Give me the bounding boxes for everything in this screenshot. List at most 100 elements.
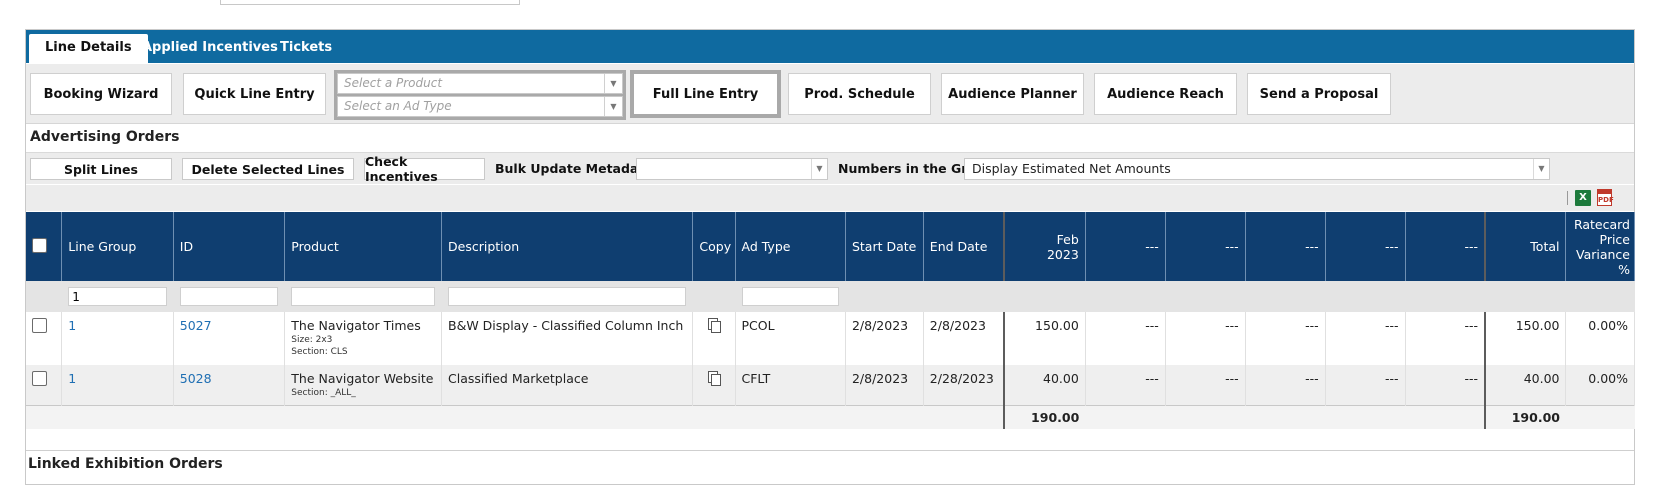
variance-label-line1: Ratecard [1573,216,1630,232]
filter-cell [173,281,286,312]
quick-line-entry-button[interactable]: Quick Line Entry [183,73,326,115]
totals-row: 190.00 190.00 [26,404,1635,429]
export-bar: X PDF [26,185,1634,211]
filter-cell [1085,281,1166,312]
excel-export-icon[interactable]: X [1575,190,1591,206]
col-product[interactable]: Product [284,212,442,281]
filter-cell [1245,281,1326,312]
bulk-update-select[interactable]: ▼ [636,158,828,180]
top-text-field[interactable] [220,0,520,5]
prod-schedule-button[interactable]: Prod. Schedule [788,73,931,115]
col-feb-2023[interactable]: Feb 2023 [1003,212,1086,281]
delete-selected-lines-button[interactable]: Delete Selected Lines [182,158,354,180]
product-filter-input[interactable] [291,287,435,306]
copy-icon[interactable] [707,318,721,333]
chevron-down-icon[interactable]: ▼ [604,74,622,93]
ad-type-filter-input[interactable] [741,287,839,306]
feb-amount-cell[interactable]: 40.00 [1003,365,1086,405]
copy-cell [692,312,736,365]
split-lines-button[interactable]: Split Lines [30,158,172,180]
variance-label-line4: % [1618,261,1630,277]
description-cell: Classified Marketplace [441,365,694,405]
product-size: Size: 2x3 [291,335,333,345]
filter-cell [735,281,846,312]
filter-cell [284,281,442,312]
filter-cell [1405,281,1486,312]
totals-spacer [1565,404,1635,429]
row-checkbox[interactable] [32,318,47,333]
numbers-in-grid-value: Display Estimated Net Amounts [972,161,1171,176]
end-date-cell: 2/8/2023 [923,312,1005,365]
month-empty-cell: --- [1085,312,1166,365]
ad-type-select[interactable]: Select an Ad Type ▼ [337,96,623,117]
filter-cell [61,281,174,312]
table-row[interactable]: 1 5027 The Navigator Times Size: 2x3 Sec… [26,312,1635,365]
col-year-label: 2023 [1046,246,1079,262]
product-name: The Navigator Website [291,371,434,386]
filter-cell [1004,281,1086,312]
col-id[interactable]: ID [173,212,286,281]
booking-wizard-button[interactable]: Booking Wizard [30,73,172,115]
col-start-date[interactable]: Start Date [845,212,924,281]
line-group-filter-input[interactable] [68,287,167,306]
tab-tickets[interactable]: Tickets [264,34,348,63]
filter-cell [1165,281,1246,312]
check-incentives-button[interactable]: Check Incentives [364,154,485,184]
col-ratecard-variance[interactable]: Ratecard Price Variance% [1565,212,1635,281]
chevron-down-icon[interactable]: ▼ [604,97,622,116]
audience-planner-button[interactable]: Audience Planner [941,73,1084,115]
audience-reach-button[interactable]: Audience Reach [1094,73,1237,115]
line-group-link[interactable]: 1 [68,371,76,386]
col-line-group[interactable]: Line Group [61,212,174,281]
variance-label-line2: Price [1599,231,1631,247]
chevron-down-icon[interactable]: ▼ [1533,159,1549,179]
advertising-orders-grid: Line Group ID Product Description Copy A… [26,212,1635,429]
filter-cell [26,281,63,312]
feb-amount-cell[interactable]: 150.00 [1003,312,1086,365]
totals-spacer [26,404,1005,429]
month-empty-cell: --- [1245,312,1326,365]
filter-row [26,281,1635,312]
id-filter-input[interactable] [179,287,279,306]
line-id-link[interactable]: 5028 [180,371,212,386]
select-all-checkbox[interactable] [32,237,47,253]
filter-cell [923,281,1005,312]
col-copy[interactable]: Copy [692,212,736,281]
month-empty-cell: --- [1405,365,1486,405]
col-month-empty: --- [1245,212,1326,281]
col-end-date[interactable]: End Date [923,212,1005,281]
col-description[interactable]: Description [441,212,694,281]
copy-cell [692,365,736,405]
id-cell: 5028 [173,365,286,405]
full-line-entry-button[interactable]: Full Line Entry [630,70,781,118]
line-group-cell: 1 [61,365,174,405]
chevron-down-icon[interactable]: ▼ [811,159,827,179]
line-id-link[interactable]: 5027 [180,318,212,333]
col-month-empty: --- [1325,212,1406,281]
month-empty-cell: --- [1405,312,1486,365]
start-date-cell: 2/8/2023 [845,312,924,365]
id-cell: 5027 [173,312,286,365]
month-empty-cell: --- [1325,312,1406,365]
col-ad-type[interactable]: Ad Type [735,212,846,281]
col-month-empty: --- [1085,212,1166,281]
numbers-in-grid-select[interactable]: Display Estimated Net Amounts ▼ [964,158,1550,180]
row-checkbox[interactable] [32,371,47,386]
copy-icon[interactable] [707,371,721,386]
product-section: Section: CLS [291,347,348,357]
product-select[interactable]: Select a Product ▼ [337,73,623,94]
line-group-link[interactable]: 1 [68,318,76,333]
select-all-header [26,212,63,281]
description-filter-input[interactable] [448,287,687,306]
product-cell: The Navigator Times Size: 2x3 Section: C… [284,312,442,365]
bulk-update-label: Bulk Update Metadata [495,161,653,176]
line-details-panel: Line Details Applied Incentives Tickets … [25,29,1635,485]
send-proposal-button[interactable]: Send a Proposal [1247,73,1391,115]
quick-entry-selectors: Select a Product ▼ Select an Ad Type ▼ [334,70,626,120]
line-group-cell: 1 [61,312,174,365]
pdf-export-icon[interactable]: PDF [1597,189,1614,206]
col-total[interactable]: Total [1483,212,1567,281]
table-row[interactable]: 1 5028 The Navigator Website Section: _A… [26,365,1635,405]
action-bar: Split Lines Delete Selected Lines Check … [26,152,1634,184]
variance-cell: 0.00% [1565,365,1635,405]
